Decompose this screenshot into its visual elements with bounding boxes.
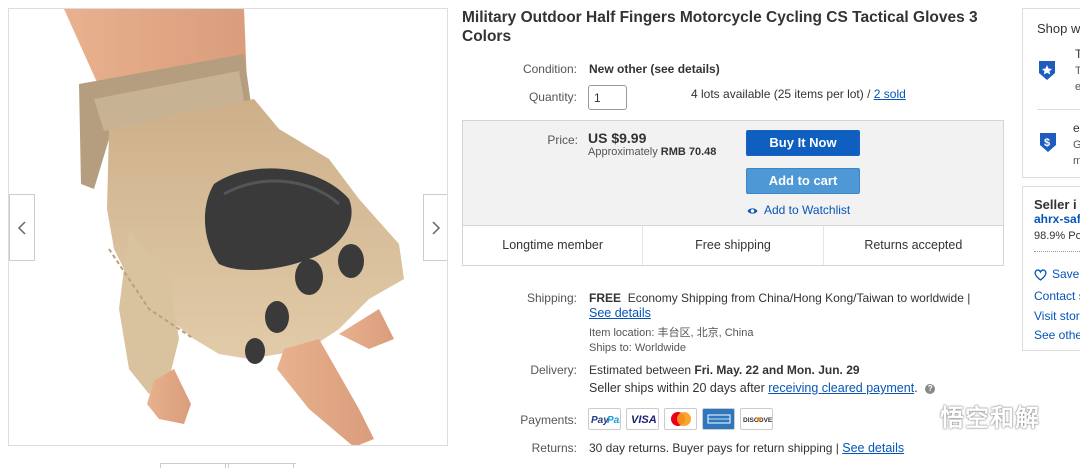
approx-value: RMB 70.48	[660, 146, 717, 158]
mastercard-icon	[664, 408, 697, 430]
watermark-text: 悟空和解	[940, 405, 1040, 432]
seller-info-card: Seller i ahrx-safe 98.9% Po Save Contact…	[1022, 186, 1080, 351]
seller-feedback: 98.9% Po	[1034, 230, 1080, 242]
shipping-info: FREE Economy Shipping from China/Hong Ko…	[589, 291, 989, 321]
seller-ships-text: Seller ships within 20 days after	[589, 381, 765, 395]
tile2-line1: G	[1073, 139, 1080, 151]
buy-it-now-button[interactable]: Buy It Now	[746, 130, 860, 156]
returns-see-details-link[interactable]: See details	[842, 441, 904, 455]
paypal-icon: PayPal	[588, 408, 621, 430]
ships-to: Ships to: Worldwide	[589, 342, 687, 354]
product-image-gallery	[8, 8, 448, 446]
shop-heading: Shop w	[1037, 21, 1080, 36]
approx-prefix: Approximately	[588, 146, 658, 158]
svg-text:Pal: Pal	[607, 415, 620, 426]
visa-icon: VISA	[626, 408, 659, 430]
svg-text:VISA: VISA	[631, 414, 657, 426]
thumbnail-strip[interactable]	[160, 463, 296, 468]
eye-icon	[747, 208, 758, 214]
returns-info: 30 day returns. Buyer pays for return sh…	[589, 441, 904, 455]
shop-with-confidence-card: Shop w T T e $ el G m	[1022, 8, 1080, 178]
seller-ships-info: Seller ships within 20 days after receiv…	[589, 381, 936, 395]
amex-icon	[702, 408, 735, 430]
svg-text:$: $	[1044, 137, 1050, 149]
availability-text: 4 lots available (25 items per lot) /	[691, 87, 871, 101]
see-other-items-link[interactable]: See othe	[1034, 328, 1080, 342]
thumbnail[interactable]	[228, 464, 294, 468]
delivery-prefix: Estimated between	[589, 363, 692, 377]
buy-box: Price: US $9.99 Approximately RMB 70.48 …	[462, 120, 1004, 266]
chevron-left-icon	[17, 220, 26, 235]
delivery-estimate: Estimated between Fri. May. 22 and Mon. …	[589, 363, 860, 377]
price-label: Price:	[547, 133, 578, 147]
delivery-dates: Fri. May. 22 and Mon. Jun. 29	[694, 363, 860, 377]
returns-text: 30 day returns. Buyer pays for return sh…	[589, 441, 839, 455]
money-back-shield-icon: $	[1039, 131, 1057, 153]
badge-returns-accepted: Returns accepted	[864, 238, 963, 252]
tile2-title: el	[1073, 121, 1080, 135]
seller-heading: Seller i	[1034, 197, 1077, 212]
shipping-label: Shipping:	[526, 291, 577, 305]
seller-badges: Longtime member Free shipping Returns ac…	[463, 225, 1003, 265]
sold-link[interactable]: 2 sold	[874, 87, 906, 101]
heart-icon	[1034, 269, 1047, 281]
add-to-cart-button[interactable]: Add to cart	[746, 168, 860, 194]
help-icon[interactable]: ?	[925, 383, 936, 394]
price-approx: Approximately RMB 70.48	[588, 146, 716, 158]
visit-store-link[interactable]: Visit store	[1034, 309, 1080, 323]
quantity-label: Quantity:	[528, 90, 577, 104]
condition-value: New other (see details)	[589, 62, 720, 76]
badge-free-shipping: Free shipping	[643, 226, 824, 265]
product-title: Military Outdoor Half Fingers Motorcycle…	[462, 9, 978, 45]
cleared-suffix: .	[914, 381, 918, 395]
condition-label: Condition:	[522, 62, 577, 76]
tile1-title: T	[1075, 47, 1080, 61]
wechat-logo	[890, 399, 933, 431]
discover-icon: DISCOVER	[740, 408, 773, 430]
item-location: Item location: 丰台区, 北京, China	[589, 327, 754, 339]
returns-label: Returns:	[531, 441, 577, 455]
quantity-input[interactable]	[588, 85, 627, 110]
tile1-line2: e	[1075, 81, 1080, 93]
seller-name-link[interactable]: ahrx-safe	[1034, 212, 1080, 226]
save-seller-link[interactable]: Save	[1034, 267, 1079, 281]
cleared-payment-link[interactable]: receiving cleared payment	[768, 381, 914, 395]
next-image-button[interactable]	[423, 194, 447, 261]
tile1-line1: T	[1075, 65, 1080, 77]
quantity-availability: 4 lots available (25 items per lot) / 2 …	[691, 87, 906, 101]
thumbnail[interactable]	[160, 464, 226, 468]
chevron-right-icon	[432, 220, 441, 235]
badge-longtime-member: Longtime member	[463, 226, 644, 265]
payments-label: Payments:	[520, 413, 577, 427]
star-shield-icon	[1037, 59, 1057, 81]
product-image	[64, 9, 404, 445]
shipping-see-details-link[interactable]: See details	[589, 306, 651, 320]
delivery-label: Delivery:	[530, 363, 577, 377]
shipping-description: Economy Shipping from China/Hong Kong/Ta…	[627, 291, 971, 305]
watchlist-label: Add to Watchlist	[764, 203, 851, 217]
shipping-free: FREE	[589, 291, 622, 305]
save-label: Save	[1052, 267, 1080, 281]
price-value: US $9.99	[588, 130, 647, 146]
add-to-watchlist-link[interactable]: Add to Watchlist	[747, 203, 850, 217]
previous-image-button[interactable]	[9, 194, 35, 261]
tile2-line2: m	[1073, 155, 1080, 167]
contact-seller-link[interactable]: Contact s	[1034, 289, 1080, 303]
watermark: 悟空和解	[890, 398, 1040, 433]
